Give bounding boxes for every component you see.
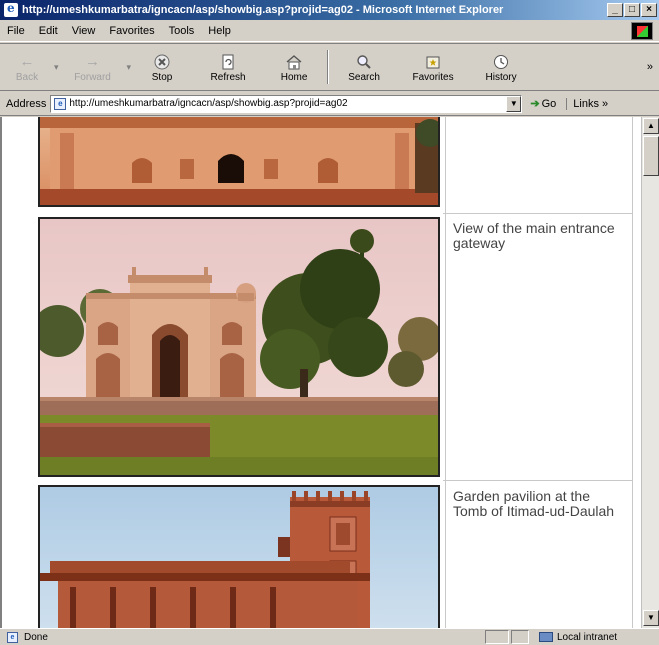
- menu-favorites[interactable]: Favorites: [102, 25, 161, 37]
- forward-arrow-icon: →: [85, 53, 101, 70]
- photo-entrance-gateway-image: [40, 219, 438, 475]
- go-arrow-icon: ➔: [530, 98, 540, 110]
- search-button[interactable]: Search: [331, 44, 397, 90]
- forward-button[interactable]: → Forward: [59, 44, 127, 90]
- minimize-button[interactable]: _: [607, 3, 623, 17]
- photo-tomb-facade[interactable]: [38, 117, 440, 207]
- menu-tools[interactable]: Tools: [162, 25, 202, 37]
- security-zone: Local intranet: [531, 632, 659, 643]
- status-pane: [511, 630, 529, 644]
- photo-garden-pavilion-image: [40, 487, 438, 628]
- intranet-icon: [539, 632, 553, 642]
- toolbar-separator: [327, 50, 330, 84]
- menu-file[interactable]: File: [0, 25, 32, 37]
- zone-label: Local intranet: [557, 631, 618, 643]
- refresh-icon: [218, 52, 238, 72]
- home-button[interactable]: Home: [263, 44, 325, 90]
- windows-logo-icon: [631, 22, 653, 40]
- column-divider-right: [632, 117, 633, 628]
- stop-button[interactable]: Stop: [131, 44, 193, 90]
- scrollbar-thumb[interactable]: [643, 136, 659, 176]
- search-label: Search: [348, 71, 380, 83]
- home-icon: [284, 52, 304, 72]
- history-icon: [491, 52, 511, 72]
- go-label: Go: [541, 97, 557, 110]
- history-label: History: [485, 71, 517, 83]
- caption-row-2: View of the main entrance gateway: [453, 220, 615, 251]
- vertical-scrollbar[interactable]: ▲ ▼: [641, 117, 659, 628]
- address-bar: Address e http://umeshkumarbatra/igncacn…: [0, 92, 659, 116]
- ie-logo-icon: [4, 1, 18, 17]
- maximize-button[interactable]: □: [624, 3, 640, 17]
- links-button[interactable]: Links »: [566, 97, 608, 110]
- address-dropdown-icon[interactable]: ▼: [506, 95, 522, 112]
- back-label: Back: [15, 71, 39, 83]
- refresh-button[interactable]: Refresh: [193, 44, 263, 90]
- back-arrow-icon: ←: [19, 53, 35, 70]
- window-title: http://umeshkumarbatra/igncacn/asp/showb…: [22, 4, 504, 16]
- stop-icon: [152, 52, 172, 72]
- scroll-down-icon[interactable]: ▼: [643, 610, 659, 626]
- standard-toolbar: ← Back ▾ → Forward ▾ Stop Refresh Home S…: [0, 43, 659, 91]
- home-label: Home: [280, 71, 308, 83]
- scroll-up-icon[interactable]: ▲: [643, 118, 659, 134]
- status-pane: [485, 630, 509, 644]
- menu-view[interactable]: View: [65, 25, 103, 37]
- menu-bar: File Edit View Favorites Tools Help: [0, 20, 659, 42]
- page-viewport: View of the main entrance gateway Garden…: [0, 117, 641, 628]
- history-button[interactable]: History: [469, 44, 533, 90]
- caption-row-1: [447, 117, 633, 125]
- photo-entrance-gateway[interactable]: [38, 217, 440, 477]
- go-button[interactable]: ➔ Go: [530, 97, 557, 111]
- address-input[interactable]: e http://umeshkumarbatra/igncacn/asp/sho…: [50, 94, 523, 113]
- favorites-button[interactable]: Favorites: [397, 44, 469, 90]
- title-bar: http://umeshkumarbatra/igncacn/asp/showb…: [0, 0, 659, 20]
- status-page-icon: e: [7, 631, 18, 643]
- status-text: Done: [24, 631, 48, 643]
- column-divider: [445, 117, 446, 628]
- forward-label: Forward: [74, 71, 111, 83]
- back-button[interactable]: ← Back: [0, 44, 54, 90]
- favorites-label: Favorites: [412, 71, 454, 83]
- address-label: Address: [6, 97, 47, 110]
- left-margin: [2, 117, 35, 628]
- menu-help[interactable]: Help: [201, 25, 238, 37]
- cell-divider: [443, 213, 633, 214]
- photo-tomb-facade-image: [40, 117, 438, 205]
- stop-label: Stop: [151, 71, 173, 83]
- favorites-icon: [423, 52, 443, 72]
- page-icon: e: [54, 97, 67, 110]
- close-button[interactable]: ×: [641, 3, 657, 17]
- cell-divider: [443, 480, 633, 481]
- refresh-label: Refresh: [210, 71, 246, 83]
- status-bar: e Done Local intranet: [0, 628, 659, 645]
- address-url: http://umeshkumarbatra/igncacn/asp/showb…: [69, 98, 348, 109]
- photo-garden-pavilion[interactable]: [38, 485, 440, 628]
- caption-row-3: Garden pavilion at the Tomb of Itimad-ud…: [453, 488, 615, 519]
- toolbar-overflow-icon[interactable]: »: [647, 61, 653, 73]
- menu-edit[interactable]: Edit: [32, 25, 65, 37]
- search-icon: [354, 52, 374, 72]
